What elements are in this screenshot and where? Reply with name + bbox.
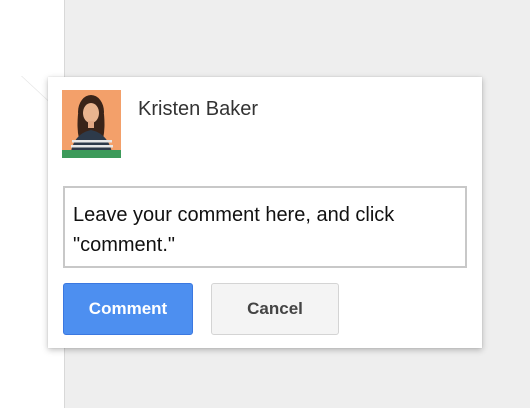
comment-card: Kristen Baker Leave your comment here, a… (48, 77, 482, 348)
avatar (62, 90, 121, 158)
author-name: Kristen Baker (138, 98, 259, 120)
comment-pointer (22, 76, 50, 102)
user-avatar-icon (62, 90, 121, 158)
comment-button[interactable]: Comment (63, 283, 193, 335)
cancel-button[interactable]: Cancel (211, 283, 339, 335)
comment-textarea[interactable]: Leave your comment here, and click "comm… (63, 186, 467, 268)
